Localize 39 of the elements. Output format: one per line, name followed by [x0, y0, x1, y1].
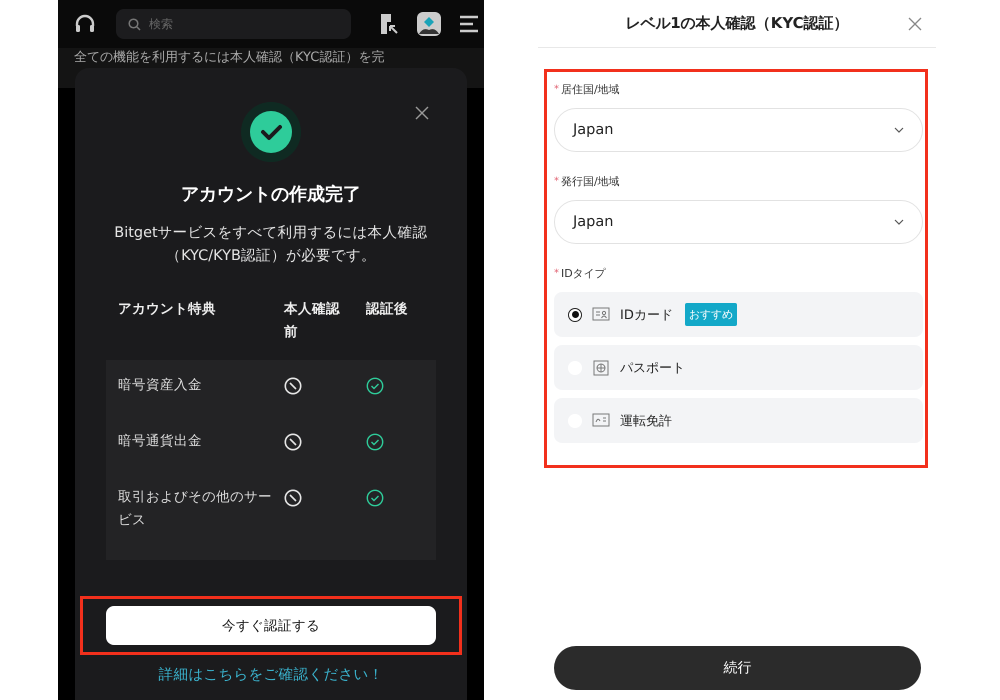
modal-description: Bitgetサービスをすべて利用するには本人確認（KYC/KYB認証）が必要です。 — [113, 224, 429, 266]
chevron-down-icon — [894, 127, 904, 133]
close-icon[interactable] — [415, 106, 429, 120]
close-icon[interactable] — [908, 17, 922, 31]
field-label: IDタイプ — [561, 266, 606, 282]
menu-icon[interactable] — [459, 15, 479, 33]
license-icon — [592, 412, 610, 428]
table-cell: 取引およびその他のサービス — [118, 489, 272, 528]
column-header: 認証後 — [366, 301, 408, 317]
details-link[interactable]: 詳細はこちらをご確認ください！ — [158, 665, 384, 684]
required-mark: * — [554, 175, 559, 189]
radio-button[interactable] — [568, 308, 582, 322]
required-mark: * — [554, 267, 559, 281]
id-type-option[interactable]: パスポート — [554, 345, 923, 390]
search-icon — [128, 18, 141, 31]
verify-button[interactable]: 今すぐ認証する — [106, 606, 436, 645]
id-card-icon — [592, 306, 610, 322]
headset-icon[interactable] — [74, 13, 96, 35]
modal-title: アカウントの作成完了 — [181, 183, 361, 206]
check-circle-icon — [241, 102, 301, 162]
continue-button[interactable]: 続行 — [554, 646, 921, 690]
field-label: 発行国/地域 — [561, 174, 620, 190]
search-field[interactable]: 検索 — [116, 9, 351, 39]
chevron-down-icon — [894, 219, 904, 225]
avatar-icon[interactable] — [417, 12, 441, 36]
passport-icon — [592, 360, 610, 376]
table-cell: 暗号資産入金 — [118, 377, 202, 393]
country-select[interactable]: Japan — [554, 108, 923, 152]
page-title: レベル1の本人確認（KYC認証） — [625, 14, 849, 33]
id-type-option[interactable]: IDカード おすすめ — [554, 292, 923, 337]
id-type-option[interactable]: 運転免許 — [554, 398, 923, 443]
country-select[interactable]: Japan — [554, 200, 923, 244]
document-arrow-icon[interactable] — [379, 13, 399, 35]
table-cell: 暗号通貨出金 — [118, 433, 202, 449]
field-label: 居住国/地域 — [561, 82, 620, 98]
column-header: アカウント特典 — [118, 301, 216, 317]
recommended-badge: おすすめ — [684, 303, 737, 326]
column-header: 本人確認前 — [284, 300, 341, 342]
required-mark: * — [554, 83, 559, 97]
